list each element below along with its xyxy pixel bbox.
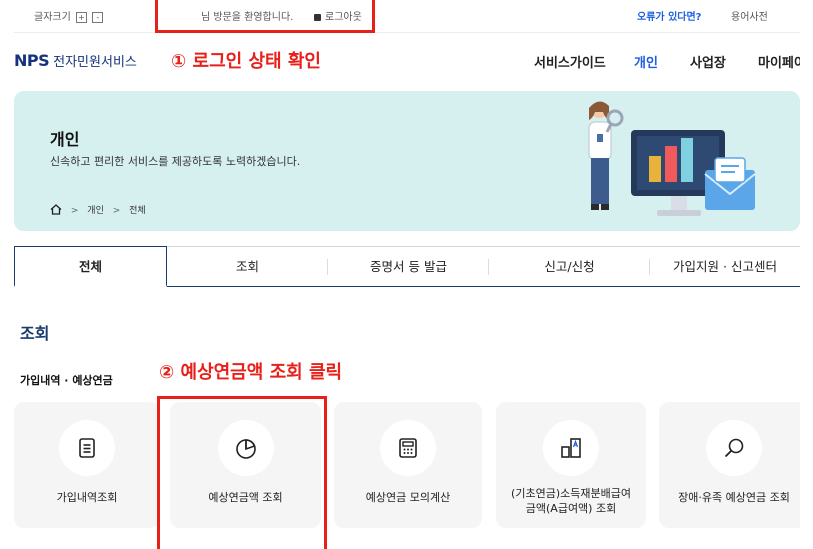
error-report-link[interactable]: 오류가 있다면? — [637, 8, 701, 23]
icon-circle — [59, 420, 115, 476]
utility-bar: 글자크기 + - 님 방문을 환영합니다. 로그아웃 오류가 있다면? 용어사전 — [14, 0, 800, 33]
annotation-box-login-status — [155, 0, 375, 33]
card-redistribution-benefit[interactable]: (기초연금)소득재분배급여 금액(A급여액) 조회 — [496, 402, 646, 528]
breadcrumb: > 개인 > 전체 — [50, 203, 146, 216]
icon-circle — [706, 420, 762, 476]
nav-personal[interactable]: 개인 — [634, 52, 658, 71]
annotation-step1: ① 로그인 상태 확인 — [171, 51, 321, 72]
font-decrease-button[interactable]: - — [92, 12, 104, 23]
page-description: 신속하고 편리한 서비스를 제공하도록 노력하겠습니다. — [50, 155, 301, 168]
logo-text: NPS — [14, 51, 50, 70]
category-tabs: 전체 조회 증명서 등 발급 신고/신청 가입지원 · 신고센터 — [14, 246, 800, 287]
annotation-step2: ② 예상연금액 조회 클릭 — [159, 362, 343, 383]
breadcrumb-separator: > — [70, 206, 79, 216]
card-disability-survivor-pension[interactable]: 장애·유족 예상연금 조회 — [659, 402, 800, 528]
nav-service-guide[interactable]: 서비스가이드 — [534, 52, 606, 71]
card-label: 가입내역조회 — [56, 491, 118, 504]
tab-report-apply-label: 신고/신청 — [544, 259, 595, 274]
font-size-control: 글자크기 + - — [34, 8, 104, 23]
main-header: NPS 전자민원서비스 서비스가이드 개인 사업장 마이페이 — [14, 33, 800, 89]
card-label: 장애·유족 예상연금 조회 — [678, 491, 790, 504]
section-subtitle: 가입내역 · 예상연금 — [20, 374, 113, 387]
document-list-icon — [79, 438, 95, 458]
magnifier-icon — [724, 438, 744, 458]
card-label: 예상연금 모의계산 — [365, 491, 451, 504]
tab-report-apply[interactable]: 신고/신청 — [489, 246, 650, 286]
nps-logo[interactable]: NPS 전자민원서비스 — [14, 51, 137, 70]
breadcrumb-separator: > — [112, 206, 121, 216]
page-frame: 글자크기 + - 님 방문을 환영합니다. 로그아웃 오류가 있다면? 용어사전… — [14, 0, 800, 549]
calculator-icon — [399, 438, 417, 458]
nav-business[interactable]: 사업장 — [690, 52, 726, 71]
home-icon[interactable] — [50, 204, 62, 215]
annotation-box-expected-pension — [157, 396, 327, 549]
breadcrumb-personal[interactable]: 개인 — [87, 206, 104, 216]
card-enrollment-history[interactable]: 가입내역조회 — [14, 402, 160, 528]
card-label-line1: (기초연금)소득재분배급여 — [511, 487, 631, 500]
page-banner: 개인 신속하고 편리한 서비스를 제공하도록 노력하겠습니다. > 개인 > 전… — [14, 91, 800, 231]
banner-illustration — [588, 101, 756, 216]
tab-certificate-label: 증명서 등 발급 — [370, 259, 447, 274]
tab-all[interactable]: 전체 — [14, 246, 167, 287]
page-title: 개인 — [50, 130, 80, 149]
tab-inquiry-label: 조회 — [235, 259, 259, 274]
dictionary-link[interactable]: 용어사전 — [731, 8, 768, 23]
chart-a-icon — [561, 438, 581, 458]
font-increase-button[interactable]: + — [76, 12, 87, 23]
breadcrumb-all[interactable]: 전체 — [129, 206, 146, 216]
card-label-line2: 금액(A급여액) 조회 — [525, 502, 617, 515]
icon-circle — [380, 420, 436, 476]
tab-support-center[interactable]: 가입지원 · 신고센터 — [650, 246, 800, 286]
tab-certificate[interactable]: 증명서 등 발급 — [328, 246, 489, 286]
section-title: 조회 — [20, 324, 50, 343]
tab-support-center-label: 가입지원 · 신고센터 — [673, 259, 777, 274]
icon-circle — [543, 420, 599, 476]
nav-mypage[interactable]: 마이페이 — [758, 52, 800, 71]
tab-inquiry[interactable]: 조회 — [167, 246, 328, 286]
font-size-label: 글자크기 — [34, 12, 71, 23]
logo-service-name: 전자민원서비스 — [53, 55, 137, 70]
card-pension-simulation[interactable]: 예상연금 모의계산 — [334, 402, 482, 528]
card-label: (기초연금)소득재분배급여 금액(A급여액) 조회 — [496, 486, 646, 516]
